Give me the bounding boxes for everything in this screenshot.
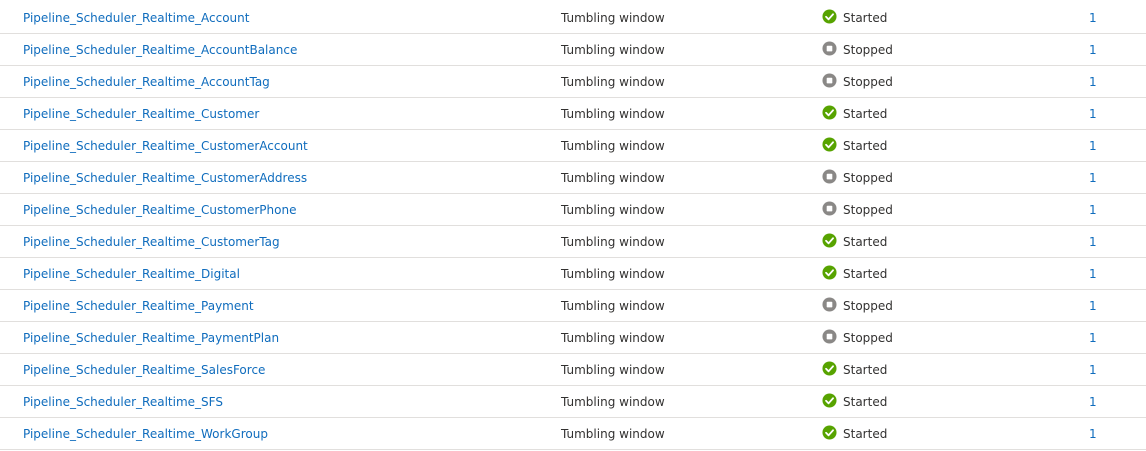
trigger-name-link[interactable]: Pipeline_Scheduler_Realtime_AccountBalan… bbox=[23, 34, 297, 65]
trigger-name-link[interactable]: Pipeline_Scheduler_Realtime_Digital bbox=[23, 258, 240, 289]
table-row: Pipeline_Scheduler_Realtime_Customer Tumb… bbox=[0, 98, 1146, 130]
related-count-link[interactable]: 1 bbox=[1089, 162, 1097, 193]
status-badge: Stopped bbox=[822, 66, 893, 97]
table-row: Pipeline_Scheduler_Realtime_AccountBalan… bbox=[0, 34, 1146, 66]
stop-circle-icon bbox=[822, 297, 837, 312]
status-badge: Stopped bbox=[822, 322, 893, 353]
check-circle-icon bbox=[822, 393, 837, 408]
table-row: Pipeline_Scheduler_Realtime_AccountTag Tu… bbox=[0, 66, 1146, 98]
check-circle-icon bbox=[822, 361, 837, 376]
status-label: Started bbox=[843, 106, 888, 121]
check-circle-icon bbox=[822, 105, 837, 120]
status-badge: Started bbox=[822, 418, 887, 449]
table-row: Pipeline_Scheduler_Realtime_SFS Tumbling … bbox=[0, 386, 1146, 418]
check-circle-icon bbox=[822, 233, 837, 248]
status-label: Stopped bbox=[843, 42, 893, 57]
trigger-type: Tumbling window bbox=[561, 43, 665, 57]
stop-circle-icon bbox=[822, 329, 837, 344]
trigger-name-link[interactable]: Pipeline_Scheduler_Realtime_Payment bbox=[23, 290, 254, 321]
trigger-name-link[interactable]: Pipeline_Scheduler_Realtime_CustomerPhon… bbox=[23, 194, 296, 225]
table-row: Pipeline_Scheduler_Realtime_PaymentPlan T… bbox=[0, 322, 1146, 354]
trigger-name-link[interactable]: Pipeline_Scheduler_Realtime_WorkGroup bbox=[23, 418, 268, 449]
trigger-name-link[interactable]: Pipeline_Scheduler_Realtime_SFS bbox=[23, 386, 223, 417]
related-count-link[interactable]: 1 bbox=[1089, 290, 1097, 321]
related-count-link[interactable]: 1 bbox=[1089, 2, 1097, 33]
status-badge: Stopped bbox=[822, 194, 893, 225]
status-badge: Started bbox=[822, 2, 887, 33]
trigger-type: Tumbling window bbox=[561, 395, 665, 409]
trigger-type: Tumbling window bbox=[561, 75, 665, 89]
table-row: Pipeline_Scheduler_Realtime_Payment Tumbl… bbox=[0, 290, 1146, 322]
table-row: Pipeline_Scheduler_Realtime_CustomerAddr… bbox=[0, 162, 1146, 194]
related-count-link[interactable]: 1 bbox=[1089, 194, 1097, 225]
trigger-type: Tumbling window bbox=[561, 107, 665, 121]
related-count-link[interactable]: 1 bbox=[1089, 418, 1097, 449]
table-row: Pipeline_Scheduler_Realtime_Digital Tumbl… bbox=[0, 258, 1146, 290]
trigger-type: Tumbling window bbox=[561, 267, 665, 281]
status-badge: Started bbox=[822, 226, 887, 257]
table-row: Pipeline_Scheduler_Realtime_CustomerPhon… bbox=[0, 194, 1146, 226]
trigger-name-link[interactable]: Pipeline_Scheduler_Realtime_CustomerAcco… bbox=[23, 130, 308, 161]
table-row: Pipeline_Scheduler_Realtime_SalesForce Tu… bbox=[0, 354, 1146, 386]
table-row: Pipeline_Scheduler_Realtime_WorkGroup Tum… bbox=[0, 418, 1146, 450]
trigger-type: Tumbling window bbox=[561, 171, 665, 185]
table-row: Pipeline_Scheduler_Realtime_CustomerTag T… bbox=[0, 226, 1146, 258]
status-badge: Stopped bbox=[822, 290, 893, 321]
status-badge: Started bbox=[822, 386, 887, 417]
status-label: Started bbox=[843, 394, 888, 409]
trigger-type: Tumbling window bbox=[561, 363, 665, 377]
stop-circle-icon bbox=[822, 201, 837, 216]
status-badge: Started bbox=[822, 130, 887, 161]
status-label: Started bbox=[843, 426, 888, 441]
trigger-name-link[interactable]: Pipeline_Scheduler_Realtime_CustomerTag bbox=[23, 226, 280, 257]
status-label: Started bbox=[843, 362, 888, 377]
related-count-link[interactable]: 1 bbox=[1089, 386, 1097, 417]
stop-circle-icon bbox=[822, 41, 837, 56]
status-label: Stopped bbox=[843, 74, 893, 89]
status-label: Stopped bbox=[843, 298, 893, 313]
status-label: Started bbox=[843, 10, 888, 25]
table-row: Pipeline_Scheduler_Realtime_Account Tumbl… bbox=[0, 2, 1146, 34]
trigger-name-link[interactable]: Pipeline_Scheduler_Realtime_SalesForce bbox=[23, 354, 265, 385]
related-count-link[interactable]: 1 bbox=[1089, 226, 1097, 257]
status-label: Started bbox=[843, 234, 888, 249]
related-count-link[interactable]: 1 bbox=[1089, 66, 1097, 97]
trigger-type: Tumbling window bbox=[561, 11, 665, 25]
status-label: Started bbox=[843, 138, 888, 153]
trigger-type: Tumbling window bbox=[561, 331, 665, 345]
status-badge: Stopped bbox=[822, 34, 893, 65]
trigger-name-link[interactable]: Pipeline_Scheduler_Realtime_Customer bbox=[23, 98, 259, 129]
status-label: Started bbox=[843, 266, 888, 281]
related-count-link[interactable]: 1 bbox=[1089, 258, 1097, 289]
trigger-type: Tumbling window bbox=[561, 427, 665, 441]
status-badge: Stopped bbox=[822, 162, 893, 193]
trigger-name-link[interactable]: Pipeline_Scheduler_Realtime_Account bbox=[23, 2, 249, 33]
table-row: Pipeline_Scheduler_Realtime_CustomerAcco… bbox=[0, 130, 1146, 162]
status-label: Stopped bbox=[843, 170, 893, 185]
trigger-name-link[interactable]: Pipeline_Scheduler_Realtime_PaymentPlan bbox=[23, 322, 279, 353]
check-circle-icon bbox=[822, 265, 837, 280]
related-count-link[interactable]: 1 bbox=[1089, 130, 1097, 161]
status-badge: Started bbox=[822, 354, 887, 385]
status-badge: Started bbox=[822, 98, 887, 129]
related-count-link[interactable]: 1 bbox=[1089, 98, 1097, 129]
stop-circle-icon bbox=[822, 169, 837, 184]
related-count-link[interactable]: 1 bbox=[1089, 34, 1097, 65]
check-circle-icon bbox=[822, 425, 837, 440]
check-circle-icon bbox=[822, 9, 837, 24]
trigger-name-link[interactable]: Pipeline_Scheduler_Realtime_AccountTag bbox=[23, 66, 270, 97]
trigger-type: Tumbling window bbox=[561, 203, 665, 217]
trigger-name-link[interactable]: Pipeline_Scheduler_Realtime_CustomerAddr… bbox=[23, 162, 307, 193]
status-badge: Started bbox=[822, 258, 887, 289]
related-count-link[interactable]: 1 bbox=[1089, 322, 1097, 353]
status-label: Stopped bbox=[843, 202, 893, 217]
trigger-type: Tumbling window bbox=[561, 235, 665, 249]
trigger-type: Tumbling window bbox=[561, 139, 665, 153]
stop-circle-icon bbox=[822, 73, 837, 88]
status-label: Stopped bbox=[843, 330, 893, 345]
trigger-table: Pipeline_Scheduler_Realtime_Account Tumbl… bbox=[0, 0, 1146, 450]
related-count-link[interactable]: 1 bbox=[1089, 354, 1097, 385]
trigger-type: Tumbling window bbox=[561, 299, 665, 313]
check-circle-icon bbox=[822, 137, 837, 152]
